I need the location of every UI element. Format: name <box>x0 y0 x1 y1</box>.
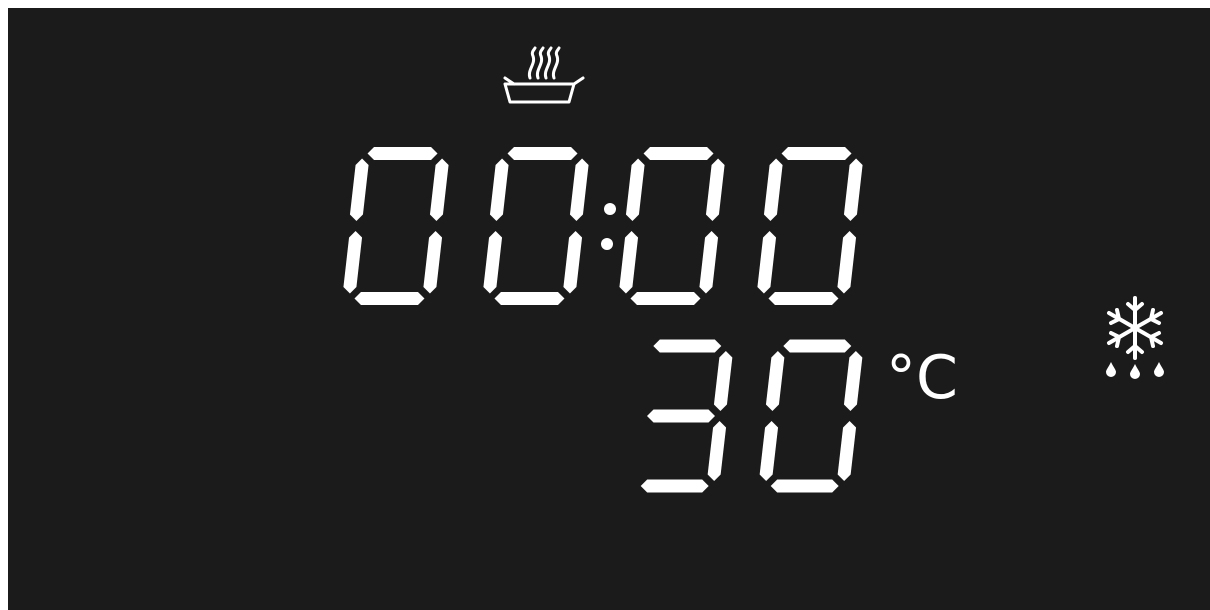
timer-digit-4 <box>757 147 863 305</box>
segment-b <box>569 158 589 221</box>
segment-c <box>837 421 857 481</box>
segment-e <box>619 231 639 294</box>
segment-d <box>494 292 565 305</box>
segment-e <box>757 231 777 294</box>
timer-digit-1 <box>343 147 449 305</box>
segment-a <box>367 147 438 160</box>
segment-b <box>705 158 725 221</box>
segment-g <box>647 409 715 423</box>
segment-c <box>707 421 727 481</box>
segment-d <box>630 292 701 305</box>
segment-e <box>343 231 363 294</box>
steam-dish-icon <box>503 46 585 104</box>
segment-c <box>837 231 857 294</box>
temperature-digit-2 <box>759 339 863 493</box>
timer-digits <box>343 147 863 305</box>
segment-a <box>507 147 578 160</box>
segment-c <box>563 231 583 294</box>
segment-f <box>625 158 645 221</box>
temperature-unit: °C <box>886 343 958 413</box>
temperature-digits <box>640 339 863 493</box>
colon-dot-top <box>604 203 616 215</box>
timer-digit-3 <box>619 147 725 305</box>
timer-colon <box>601 203 616 250</box>
segment-e <box>483 231 503 294</box>
segment-b <box>713 351 733 411</box>
colon-dot-bottom <box>601 238 613 250</box>
segment-b <box>843 351 863 411</box>
segment-a <box>783 339 852 353</box>
segment-a <box>653 339 722 353</box>
segment-f <box>489 158 509 221</box>
segment-a <box>643 147 714 160</box>
segment-a <box>781 147 852 160</box>
segment-d <box>354 292 425 305</box>
oven-display-panel: °C <box>8 8 1210 610</box>
segment-d <box>768 292 839 305</box>
display-graphics: °C <box>343 46 1164 493</box>
segment-d <box>640 479 709 493</box>
segment-c <box>699 231 719 294</box>
segment-e <box>759 421 779 481</box>
segment-b <box>843 158 863 221</box>
temperature-digit-1 <box>640 339 733 493</box>
segment-f <box>349 158 369 221</box>
segment-f <box>765 351 785 411</box>
segment-d <box>770 479 839 493</box>
segment-b <box>429 158 449 221</box>
segment-c <box>423 231 443 294</box>
defrost-snowflake-icon <box>1106 296 1164 379</box>
timer-digit-2 <box>483 147 589 305</box>
segment-f <box>763 158 783 221</box>
